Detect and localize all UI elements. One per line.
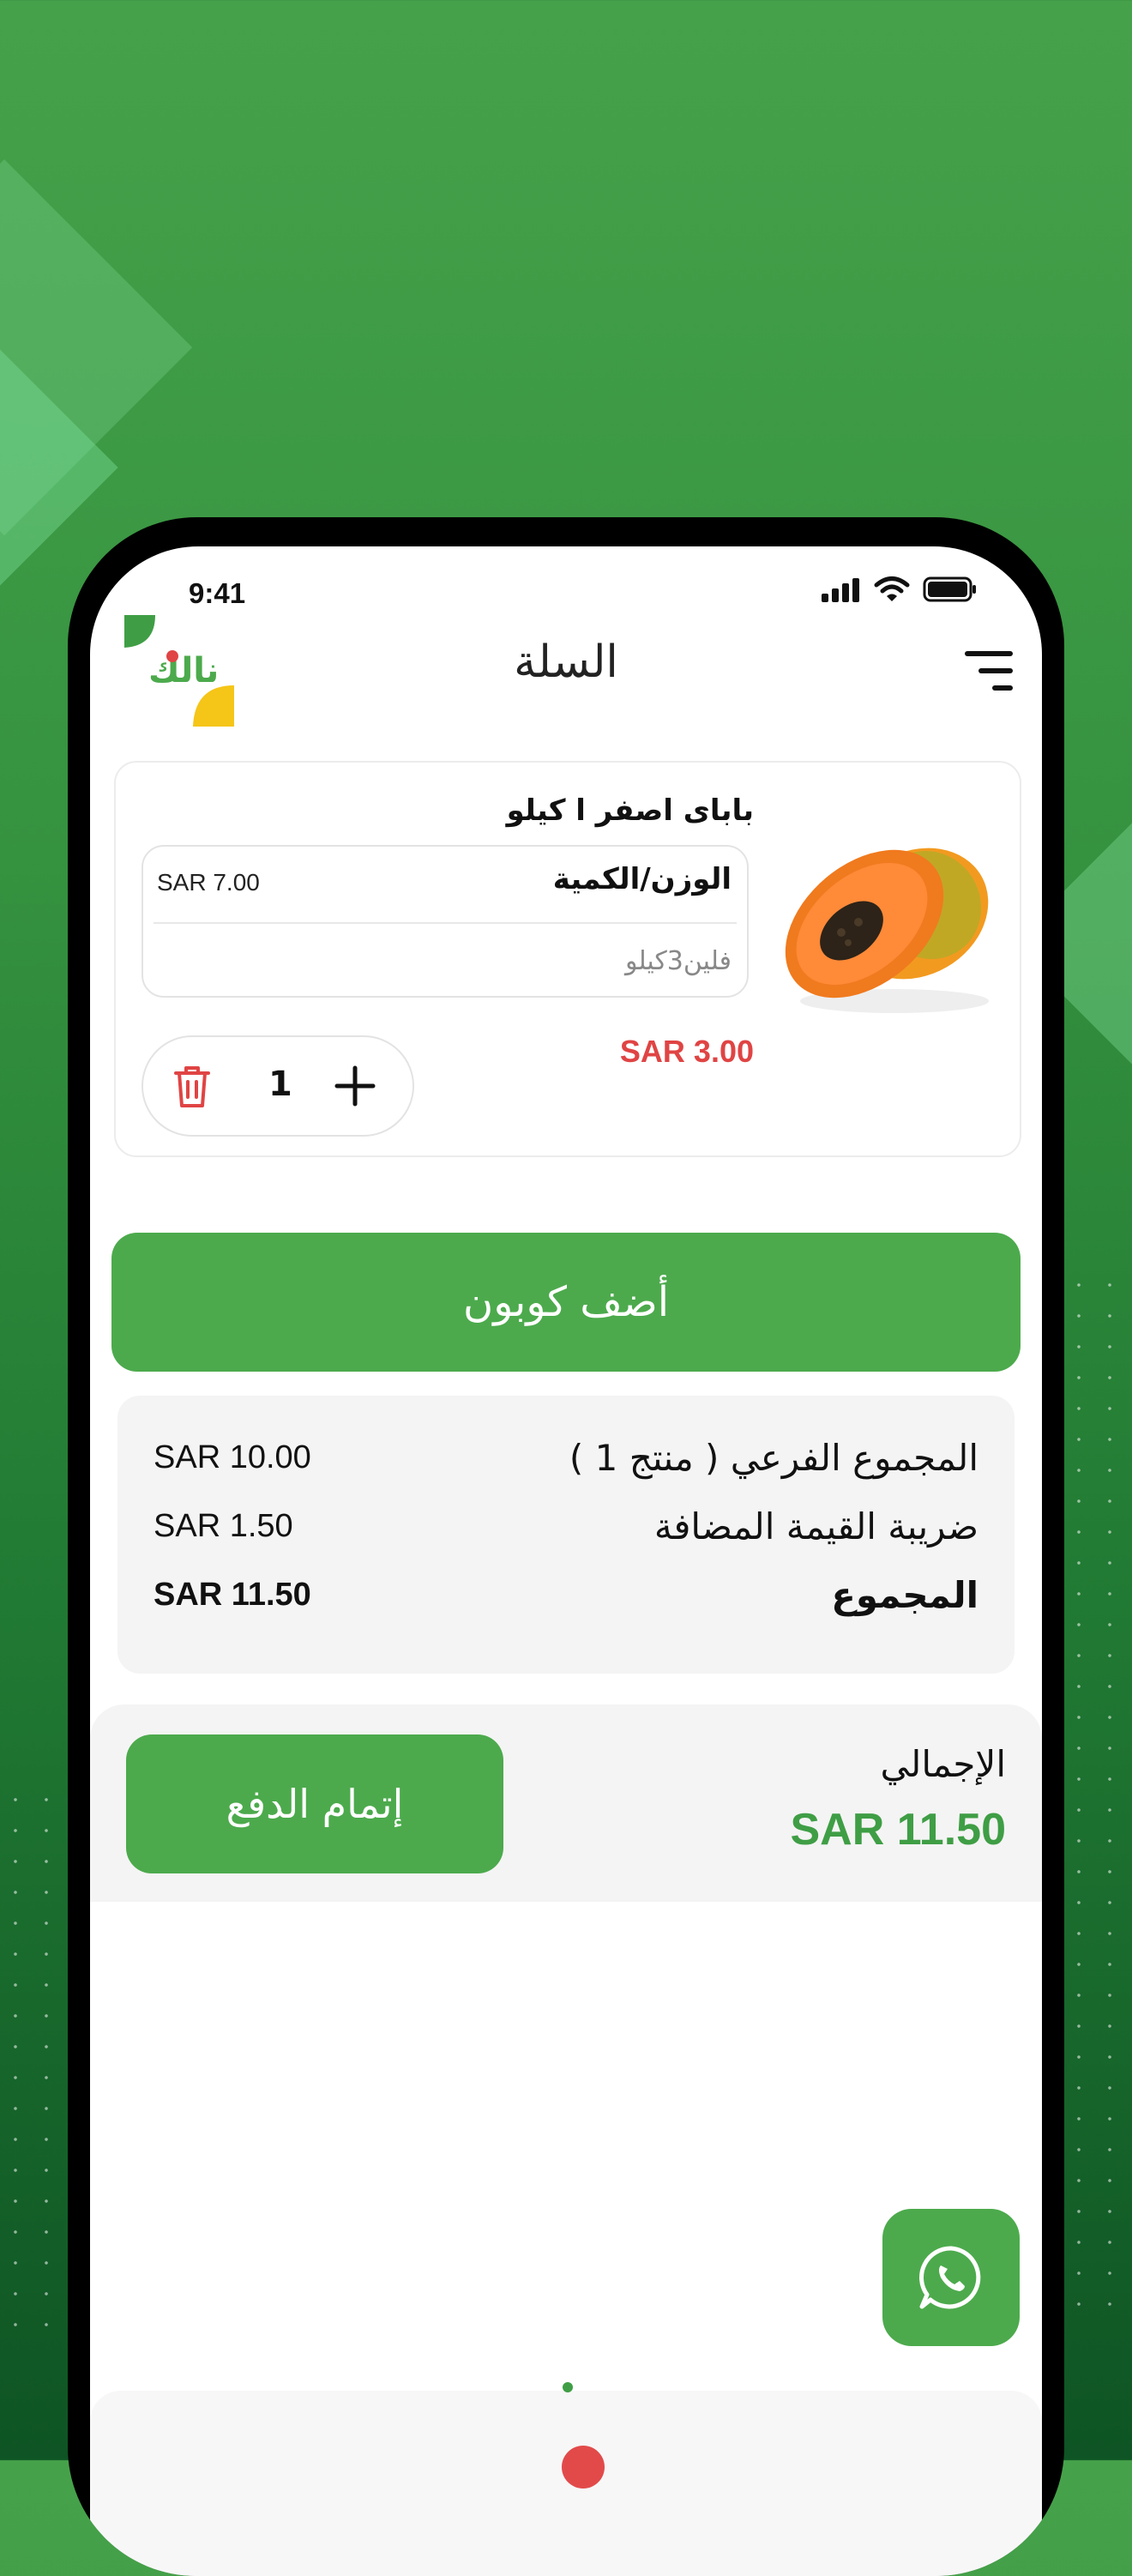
- cart-badge: [562, 2446, 605, 2489]
- total-value: SAR 11.50: [154, 1576, 311, 1613]
- divider: [154, 922, 737, 924]
- product-price: SAR 3.00: [619, 1034, 754, 1069]
- background-dots: [1063, 1270, 1132, 2333]
- checkout-bar: إتمام الدفع الإجمالي SAR 11.50: [90, 1704, 1042, 1902]
- variant-label: الوزن/الكمية: [552, 862, 732, 896]
- trash-icon[interactable]: [171, 1063, 214, 1111]
- vat-label: ضريبة القيمة المضافة: [653, 1505, 978, 1547]
- total-label: المجموع: [831, 1573, 978, 1616]
- vat-row: SAR 1.50 ضريبة القيمة المضافة: [154, 1500, 978, 1552]
- subtotal-label: المجموع الفرعي ( منتج 1 ): [569, 1436, 978, 1479]
- subtotal-row: SAR 10.00 المجموع الفرعي ( منتج 1 ): [154, 1432, 978, 1483]
- variant-value: فلين3كيلو: [624, 946, 732, 976]
- add-coupon-button[interactable]: أضف كوبون: [111, 1233, 1021, 1372]
- bottom-nav: [90, 2391, 1042, 2576]
- battery-icon: [923, 576, 976, 602]
- product-name: بابای اصفر ا کیلو: [506, 793, 754, 828]
- quantity-stepper: 1: [142, 1035, 414, 1137]
- whatsapp-button[interactable]: [882, 2209, 1020, 2346]
- plus-icon[interactable]: [332, 1063, 378, 1109]
- signal-icon: [822, 578, 859, 602]
- background-dots: [0, 1784, 69, 2333]
- variant-box: الوزن/الكمية SAR 7.00 فلين3كيلو: [142, 845, 749, 998]
- subtotal-value: SAR 10.00: [154, 1439, 311, 1475]
- grand-total-value: SAR 11.50: [790, 1805, 1007, 1855]
- variant-price: SAR 7.00: [157, 869, 260, 896]
- status-time: 9:41: [189, 577, 246, 609]
- product-image[interactable]: [766, 812, 996, 1018]
- wifi-icon: [874, 576, 910, 601]
- grand-total-label: الإجمالي: [880, 1743, 1006, 1785]
- quantity-value: 1: [268, 1065, 292, 1104]
- whatsapp-icon: [919, 2246, 981, 2309]
- total-row: SAR 11.50 المجموع: [154, 1569, 978, 1620]
- status-icons: [820, 576, 978, 603]
- app-screen: 9:41 نالك السلة بابای اصفر ا کیلو الوزن/…: [90, 546, 1042, 2576]
- cart-item-card: بابای اصفر ا کیلو الوزن/الكمية SAR 7.00 …: [114, 761, 1021, 1157]
- vat-value: SAR 1.50: [154, 1507, 293, 1544]
- nav-indicator-dot: [563, 2382, 573, 2392]
- checkout-button[interactable]: إتمام الدفع: [126, 1734, 503, 1873]
- order-summary: SAR 10.00 المجموع الفرعي ( منتج 1 ) SAR …: [117, 1396, 1015, 1674]
- page-title: السلة: [514, 636, 618, 688]
- phone-frame: 9:41 نالك السلة بابای اصفر ا کیلو الوزن/…: [68, 517, 1064, 2576]
- menu-icon[interactable]: [961, 649, 1016, 694]
